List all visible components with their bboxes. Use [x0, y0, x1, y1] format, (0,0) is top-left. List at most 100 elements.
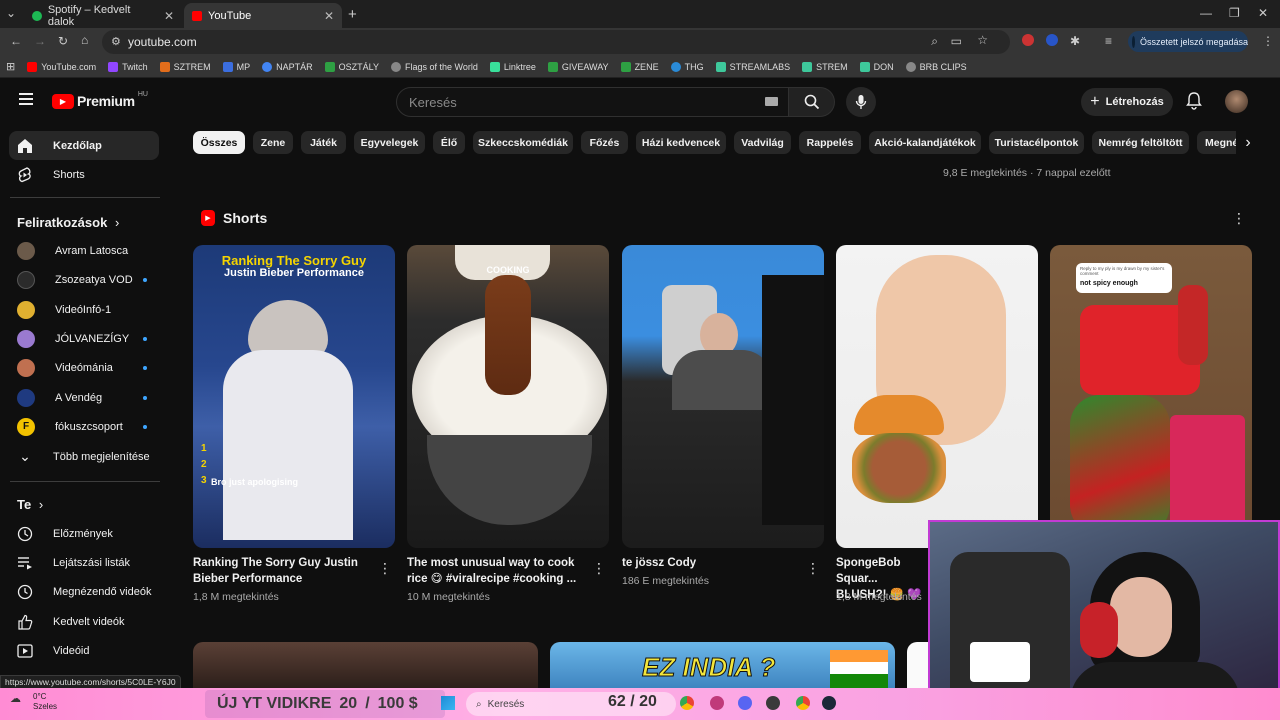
- steam-taskbar-icon[interactable]: [822, 696, 836, 710]
- youtube-premium-logo[interactable]: ▶ Premium HU: [52, 91, 148, 109]
- chip[interactable]: Akció-kalandjátékok: [869, 131, 981, 154]
- extension-icon[interactable]: [1022, 34, 1034, 46]
- chip[interactable]: Rappelés: [799, 131, 861, 154]
- apps-grid-icon[interactable]: ⊞: [0, 60, 21, 73]
- notifications-bell-icon[interactable]: [1186, 92, 1202, 115]
- short-thumbnail[interactable]: COOKING: [407, 245, 609, 548]
- extension-icon[interactable]: [1046, 34, 1058, 46]
- bookmark-item[interactable]: YouTube.com: [21, 61, 102, 72]
- chip[interactable]: Összes: [193, 131, 245, 154]
- bookmark-item[interactable]: Flags of the World: [385, 61, 484, 72]
- bookmark-item[interactable]: Linktree: [484, 61, 542, 72]
- bookmark-item[interactable]: DON: [854, 61, 900, 72]
- chrome-taskbar-icon[interactable]: [680, 696, 694, 710]
- site-info-icon[interactable]: ⚙: [111, 35, 121, 48]
- short-menu-icon[interactable]: ⋮: [592, 560, 606, 577]
- create-button[interactable]: + Létrehozás: [1081, 88, 1173, 116]
- sidebar-item-subscription[interactable]: Avram Latosca: [9, 236, 159, 265]
- shelf-menu-icon[interactable]: ⋮: [1232, 210, 1246, 227]
- new-tab-button[interactable]: +: [348, 6, 357, 23]
- restore-button[interactable]: ❐: [1229, 6, 1240, 20]
- back-button[interactable]: ←: [10, 34, 22, 48]
- sidebar-item-subscription[interactable]: Zsozeatya VOD: [9, 265, 159, 294]
- search-input[interactable]: Keresés: [396, 87, 789, 117]
- bookmark-item[interactable]: STREAMLABS: [710, 61, 797, 72]
- browser-menu-icon[interactable]: ⋮: [1262, 34, 1274, 48]
- chrome-taskbar-icon[interactable]: [796, 696, 810, 710]
- bookmark-item[interactable]: Twitch: [102, 61, 154, 72]
- media-controls-icon[interactable]: ≡: [1105, 34, 1112, 48]
- bookmark-item[interactable]: THG: [665, 61, 710, 72]
- bookmark-item[interactable]: NAPTÁR: [256, 61, 319, 72]
- short-thumbnail[interactable]: [836, 245, 1038, 548]
- bookmark-item[interactable]: MP: [217, 61, 257, 72]
- chip[interactable]: Szkeccskomédiák: [473, 131, 573, 154]
- zoom-icon[interactable]: ⌕: [931, 34, 938, 49]
- sidebar-item-watch-later[interactable]: Megnézendő videók: [9, 577, 159, 606]
- short-thumbnail[interactable]: [622, 245, 824, 548]
- chip[interactable]: Élő: [433, 131, 465, 154]
- short-title[interactable]: te jössz Cody: [622, 555, 802, 571]
- account-avatar[interactable]: [1225, 90, 1248, 113]
- sidebar-item-subscription[interactable]: Ffókuszcsoport: [9, 412, 159, 441]
- reload-button[interactable]: ↻: [58, 34, 68, 48]
- chip[interactable]: Házi kedvencek: [636, 131, 726, 154]
- chip[interactable]: Nemrég feltöltött: [1092, 131, 1189, 154]
- weather-widget[interactable]: 0°C Szeles: [33, 692, 57, 712]
- tab-search-icon[interactable]: ⌄: [6, 6, 16, 20]
- chip[interactable]: Zene: [253, 131, 293, 154]
- forward-button[interactable]: →: [34, 34, 46, 48]
- bookmark-item[interactable]: OSZTÁLY: [319, 61, 385, 72]
- sidebar-item-your-videos[interactable]: Videóid: [9, 636, 159, 665]
- minimize-button[interactable]: —: [1200, 6, 1212, 20]
- chip[interactable]: Vadvilág: [734, 131, 791, 154]
- chip[interactable]: Turistacélpontok: [989, 131, 1084, 154]
- you-heading[interactable]: Te ›: [17, 497, 43, 512]
- sidebar-item-subscription[interactable]: A Vendég: [9, 383, 159, 412]
- short-menu-icon[interactable]: ⋮: [806, 560, 820, 577]
- sidebar-item-shorts[interactable]: Shorts: [9, 160, 159, 189]
- keyboard-icon[interactable]: [765, 97, 778, 106]
- sidebar-item-liked[interactable]: Kedvelt videók: [9, 607, 159, 636]
- guide-menu-icon[interactable]: [19, 93, 33, 105]
- bookmark-item[interactable]: GIVEAWAY: [542, 61, 615, 72]
- extensions-puzzle-icon[interactable]: ✱: [1070, 34, 1080, 48]
- video-thumbnail[interactable]: EZ INDIA ?: [550, 642, 895, 688]
- bookmark-item[interactable]: BRB CLIPS: [900, 61, 973, 72]
- profile-password-button[interactable]: Összetett jelszó megadása: [1128, 31, 1248, 52]
- discord-taskbar-icon[interactable]: [738, 696, 752, 710]
- close-window-button[interactable]: ✕: [1258, 6, 1268, 20]
- chip[interactable]: Egyvelegek: [354, 131, 425, 154]
- sidebar-item-subscription[interactable]: JÓLVANEZÍGY: [9, 324, 159, 353]
- windows-start-icon[interactable]: [441, 696, 455, 710]
- cast-icon[interactable]: ▭: [951, 34, 962, 48]
- sidebar-item-subscription[interactable]: VideóInfó-1: [9, 295, 159, 324]
- close-tab-icon[interactable]: ✕: [324, 9, 334, 23]
- short-title[interactable]: The most unusual way to cook rice 😋 #vir…: [407, 555, 587, 587]
- search-button[interactable]: [789, 87, 835, 117]
- bookmark-item[interactable]: SZTREM: [154, 61, 217, 72]
- sidebar-item-history[interactable]: Előzmények: [9, 519, 159, 548]
- voice-search-button[interactable]: [846, 87, 876, 117]
- sidebar-item-playlists[interactable]: Lejátszási listák: [9, 548, 159, 577]
- bookmark-star-icon[interactable]: ☆: [977, 33, 988, 47]
- sidebar-item-subscription[interactable]: Videómánia: [9, 353, 159, 382]
- tab-spotify[interactable]: Spotify – Kedvelt dalok ✕: [24, 3, 182, 28]
- short-thumbnail[interactable]: Ranking The Sorry Guy Justin Bieber Perf…: [193, 245, 395, 548]
- subscriptions-heading[interactable]: Feliratkozások ›: [17, 215, 119, 230]
- bookmark-item[interactable]: ZENE: [615, 61, 665, 72]
- show-more-button[interactable]: ⌄ Több megjelenítése: [9, 442, 159, 471]
- tab-youtube[interactable]: YouTube ✕: [184, 3, 342, 28]
- obs-taskbar-icon[interactable]: [766, 696, 780, 710]
- short-title[interactable]: Ranking The Sorry Guy Justin Bieber Perf…: [193, 555, 373, 587]
- video-thumbnail[interactable]: [193, 642, 538, 688]
- app-taskbar-icon[interactable]: [710, 696, 724, 710]
- chip[interactable]: Játék: [301, 131, 346, 154]
- chips-next-button[interactable]: ›: [1236, 131, 1260, 154]
- short-thumbnail[interactable]: Reply to my ply is my drawn by my sister…: [1050, 245, 1252, 548]
- chip[interactable]: Főzés: [581, 131, 628, 154]
- home-button[interactable]: ⌂: [81, 33, 88, 47]
- close-tab-icon[interactable]: ✕: [164, 9, 174, 23]
- url-input[interactable]: ⚙ youtube.com ⌕ ▭ ☆: [102, 30, 1010, 54]
- bookmark-item[interactable]: STREM: [796, 61, 854, 72]
